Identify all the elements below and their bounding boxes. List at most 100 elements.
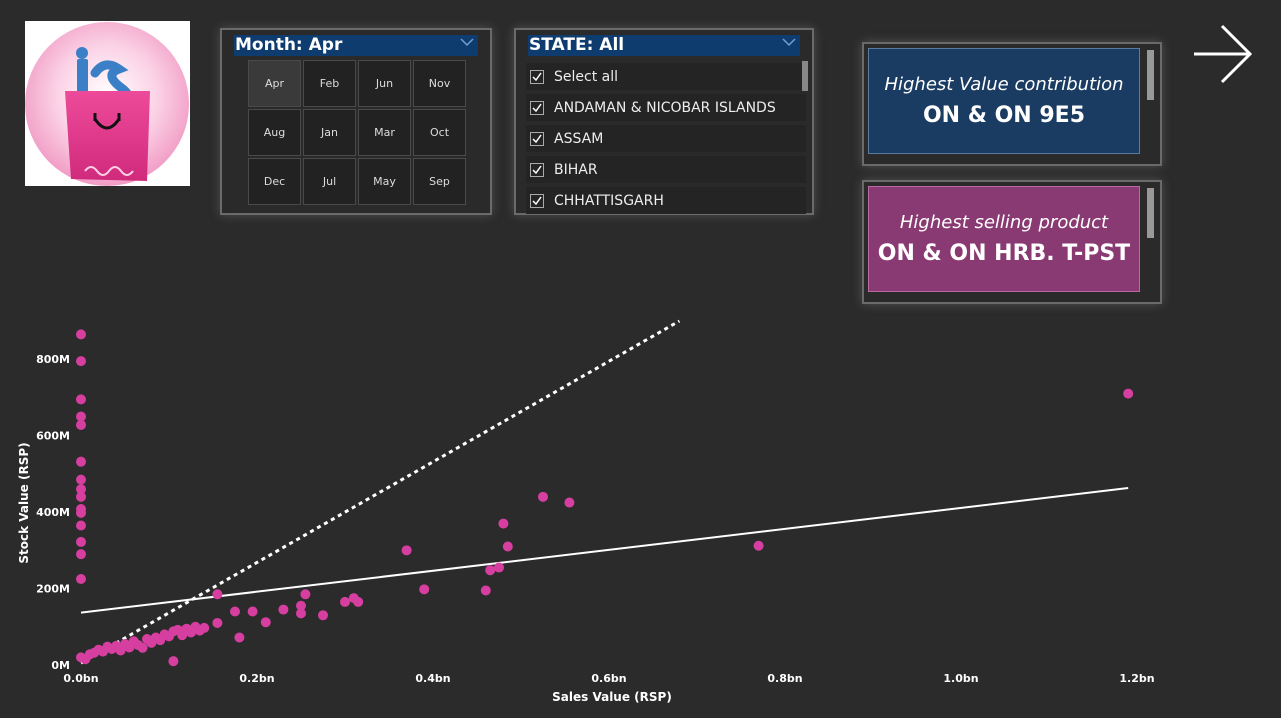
month-button-mar[interactable]: Mar [358,109,411,156]
scatter-point[interactable] [494,562,504,573]
trend-line-solid [80,487,1129,614]
check-icon[interactable] [530,193,544,208]
state-item-assam[interactable]: ASSAM [526,125,806,152]
scatter-point[interactable] [485,565,496,576]
month-button-sep[interactable]: Sep [413,158,466,205]
state-slicer: STATE: All Select all ANDAMAN & NICOBAR … [514,28,814,215]
month-button-dec[interactable]: Dec [248,158,301,205]
scatter-point[interactable] [76,507,86,518]
trend-line-dotted [80,319,681,665]
card-scrollbar[interactable] [1147,188,1154,238]
check-icon[interactable] [530,131,544,146]
scatter-point[interactable] [753,540,764,551]
scatter-point[interactable] [76,356,86,367]
state-item-select-all[interactable]: Select all [526,63,806,90]
x-tick-label: 1.2bn [1119,672,1154,685]
scatter-point[interactable] [76,456,86,467]
scatter-point[interactable] [498,518,509,529]
x-tick-label: 0.8bn [767,672,802,685]
scatter-point[interactable] [538,491,548,502]
month-button-apr[interactable]: Apr [248,60,301,107]
scatter-point[interactable] [278,604,289,615]
scatter-point[interactable] [212,617,223,628]
month-button-nov[interactable]: Nov [413,60,466,107]
month-slicer-header[interactable]: Month: Apr [234,35,478,56]
y-axis-label: Stock Value (RSP) [17,442,31,563]
scatter-point[interactable] [76,536,86,547]
month-button-jun[interactable]: Jun [358,60,411,107]
scatter-point[interactable] [401,545,412,556]
scatter-point[interactable] [76,419,86,430]
chevron-down-icon[interactable] [782,37,796,47]
state-list-scrollbar[interactable] [802,61,808,91]
scatter-point[interactable] [230,606,240,617]
scatter-point[interactable] [1123,388,1134,399]
scatter-point[interactable] [137,642,148,653]
x-axis-label: Sales Value (RSP) [552,690,672,704]
scatter-point[interactable] [300,589,311,600]
y-tick-label: 200M [36,583,70,596]
month-button-may[interactable]: May [358,158,411,205]
scatter-point[interactable] [76,549,86,560]
month-button-jul[interactable]: Jul [303,158,356,205]
highest-value-text: ON & ON 9E5 [922,103,1086,128]
state-slicer-header[interactable]: STATE: All [528,35,800,56]
state-item-label: ANDAMAN & NICOBAR ISLANDS [554,99,776,116]
state-item-andaman[interactable]: ANDAMAN & NICOBAR ISLANDS [526,94,806,121]
scatter-point[interactable] [260,617,271,628]
scatter-point[interactable] [247,606,258,617]
state-item-bihar[interactable]: BIHAR [526,156,806,183]
x-tick-label: 0.0bn [63,672,98,685]
logo [25,21,190,186]
highest-selling-text: ON & ON HRB. T-PST [877,241,1131,266]
check-icon[interactable] [530,100,544,115]
scatter-point[interactable] [168,656,179,667]
state-item-label: CHHATTISGARH [554,192,664,209]
x-tick-label: 1.0bn [943,672,978,685]
highest-selling-title: Highest selling product [899,212,1109,233]
scatter-point[interactable] [76,520,86,531]
scatter-point[interactable] [353,596,364,607]
scatter-point[interactable] [480,585,491,596]
scatter-point[interactable] [419,584,430,595]
scatter-point[interactable] [234,632,245,643]
state-item-label: BIHAR [554,161,598,178]
x-tick-label: 0.4bn [415,672,450,685]
scatter-point[interactable] [199,622,210,633]
x-axis-tick-labels: 0.0bn 0.2bn 0.4bn 0.6bn 0.8bn 1.0bn 1.2bn [63,672,1154,685]
scatter-point[interactable] [212,589,223,600]
state-list: Select all ANDAMAN & NICOBAR ISLANDS ASS… [526,63,806,218]
state-slicer-title: STATE: All [529,35,625,55]
check-icon[interactable] [530,69,544,84]
highest-selling-card: Highest selling product ON & ON HRB. T-P… [862,180,1162,304]
scatter-point[interactable] [340,596,350,607]
scatter-point[interactable] [296,600,306,611]
scatter-point[interactable] [76,474,86,485]
month-slicer: Month: Apr Apr Feb Jun Nov Aug Jan Mar O… [220,28,492,215]
month-button-aug[interactable]: Aug [248,109,301,156]
shopping-bag-logo-icon [25,22,189,186]
arrow-right-icon[interactable] [1192,24,1254,84]
highest-value-card: Highest Value contribution ON & ON 9E5 [862,42,1162,166]
scatter-point[interactable] [564,497,575,508]
scatter-point[interactable] [502,541,513,552]
scatter-point[interactable] [318,610,328,621]
month-slicer-title: Month: Apr [235,35,343,55]
chevron-down-icon[interactable] [460,37,474,47]
month-button-feb[interactable]: Feb [303,60,356,107]
month-button-jan[interactable]: Jan [303,109,356,156]
scatter-point[interactable] [76,394,86,405]
month-grid: Apr Feb Jun Nov Aug Jan Mar Oct Dec Jul … [248,60,466,205]
highest-selling-card-body: Highest selling product ON & ON HRB. T-P… [868,186,1140,292]
scatter-point[interactable] [76,329,86,340]
month-button-oct[interactable]: Oct [413,109,466,156]
card-scrollbar[interactable] [1147,50,1154,100]
highest-value-title: Highest Value contribution [884,74,1124,95]
state-item-chhattisgarh[interactable]: CHHATTISGARH [526,187,806,214]
state-item-label: ASSAM [554,130,604,147]
check-icon[interactable] [530,162,544,177]
scatter-point[interactable] [76,574,86,584]
highest-value-card-body: Highest Value contribution ON & ON 9E5 [868,48,1140,154]
state-item-label: Select all [554,68,618,85]
scatter-point[interactable] [76,491,86,502]
